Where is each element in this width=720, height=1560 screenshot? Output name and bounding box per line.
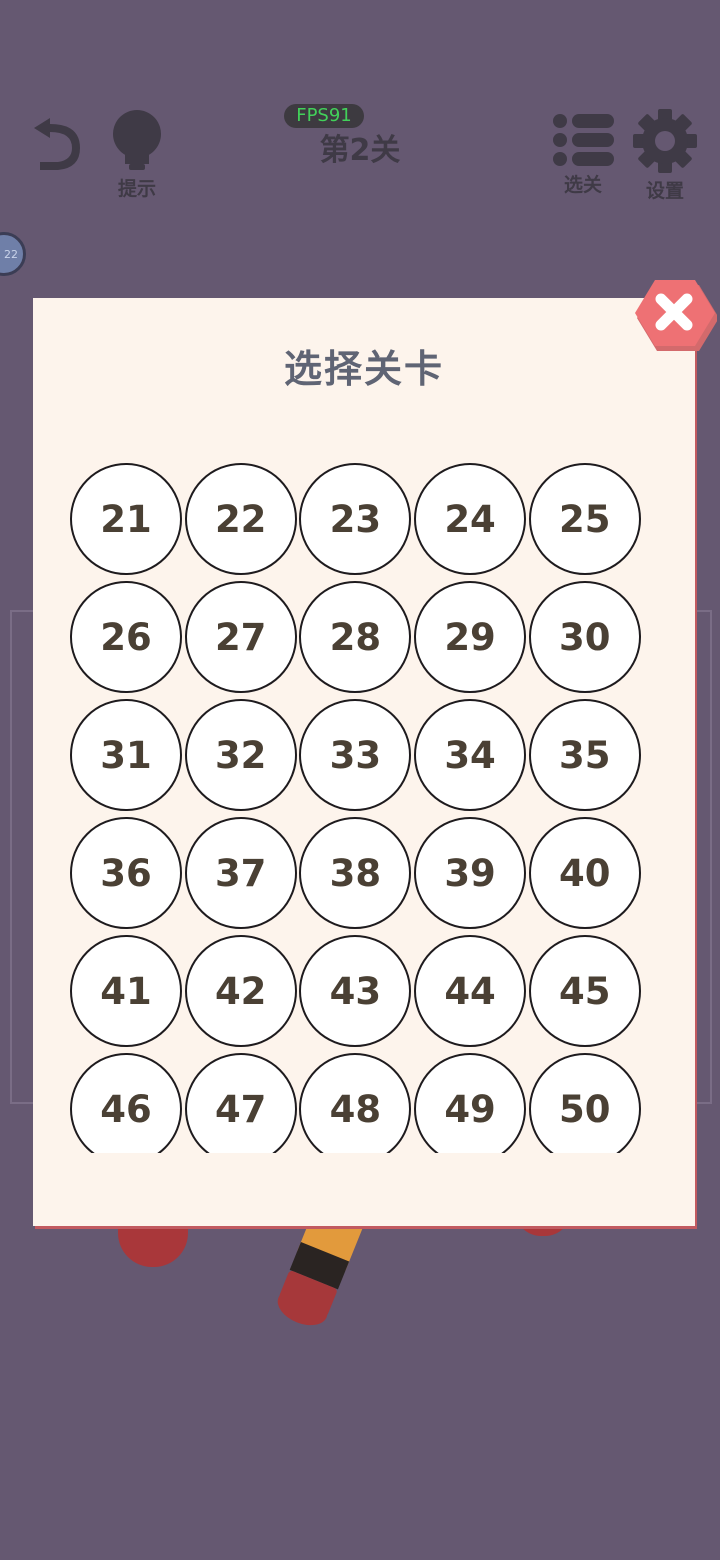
level-button[interactable]: 49 bbox=[414, 1053, 527, 1153]
close-button[interactable] bbox=[633, 278, 719, 352]
level-button[interactable]: 37 bbox=[184, 817, 297, 929]
level-grid: 21 22 23 24 25 26 27 28 29 30 31 32 33 34 35 36 37 38 39 40… bbox=[70, 463, 641, 1153]
undo-button[interactable] bbox=[20, 110, 90, 176]
level-button[interactable]: 38 bbox=[299, 817, 412, 929]
level-button[interactable]: 36 bbox=[70, 817, 182, 929]
level-button[interactable]: 45 bbox=[528, 935, 641, 1047]
bg-piece-center bbox=[262, 1195, 372, 1328]
level-button[interactable]: 29 bbox=[414, 581, 527, 693]
list-icon bbox=[553, 114, 614, 166]
level-button[interactable]: 25 bbox=[528, 463, 641, 575]
level-button[interactable]: 48 bbox=[299, 1053, 412, 1153]
level-button[interactable]: 40 bbox=[528, 817, 641, 929]
level-button[interactable]: 23 bbox=[299, 463, 412, 575]
level-title: 第2关 bbox=[319, 133, 401, 168]
level-button[interactable]: 21 bbox=[70, 463, 182, 575]
level-button[interactable]: 30 bbox=[528, 581, 641, 693]
level-button[interactable]: 33 bbox=[299, 699, 412, 811]
level-button[interactable]: 44 bbox=[414, 935, 527, 1047]
level-button[interactable]: 39 bbox=[414, 817, 527, 929]
level-button[interactable]: 28 bbox=[299, 581, 412, 693]
level-select-label: 选关 bbox=[563, 174, 602, 196]
level-button[interactable]: 42 bbox=[184, 935, 297, 1047]
level-select-dialog: 选择关卡 21 22 23 24 25 26 27 28 29 30 31 32 33 34 35 36 37 3… bbox=[33, 298, 695, 1226]
level-button[interactable]: 35 bbox=[528, 699, 641, 811]
hint-label: 提示 bbox=[117, 178, 156, 200]
level-button[interactable]: 47 bbox=[184, 1053, 297, 1153]
gear-icon bbox=[633, 109, 697, 173]
settings-label: 设置 bbox=[645, 180, 684, 202]
level-button[interactable]: 46 bbox=[70, 1053, 182, 1153]
dialog-title: 选择关卡 bbox=[283, 347, 444, 391]
undo-icon bbox=[34, 118, 80, 170]
side-level-badge[interactable]: 22 bbox=[0, 232, 26, 276]
level-button[interactable]: 32 bbox=[184, 699, 297, 811]
level-button[interactable]: 22 bbox=[184, 463, 297, 575]
close-icon bbox=[635, 280, 719, 351]
settings-button[interactable]: 设置 bbox=[628, 108, 702, 203]
level-button[interactable]: 24 bbox=[414, 463, 527, 575]
level-button[interactable]: 31 bbox=[70, 699, 182, 811]
level-button[interactable]: 34 bbox=[414, 699, 527, 811]
level-button[interactable]: 43 bbox=[299, 935, 412, 1047]
hint-button[interactable]: 提示 bbox=[104, 108, 170, 201]
level-button[interactable]: 41 bbox=[70, 935, 182, 1047]
level-select-button[interactable]: 选关 bbox=[548, 112, 618, 197]
level-button[interactable]: 26 bbox=[70, 581, 182, 693]
level-grid-scroll[interactable]: 21 22 23 24 25 26 27 28 29 30 31 32 33 34 35 36 37 38 39 40… bbox=[66, 463, 646, 1153]
level-button[interactable]: 50 bbox=[528, 1053, 641, 1153]
level-button[interactable]: 27 bbox=[184, 581, 297, 693]
lightbulb-icon bbox=[113, 110, 161, 170]
